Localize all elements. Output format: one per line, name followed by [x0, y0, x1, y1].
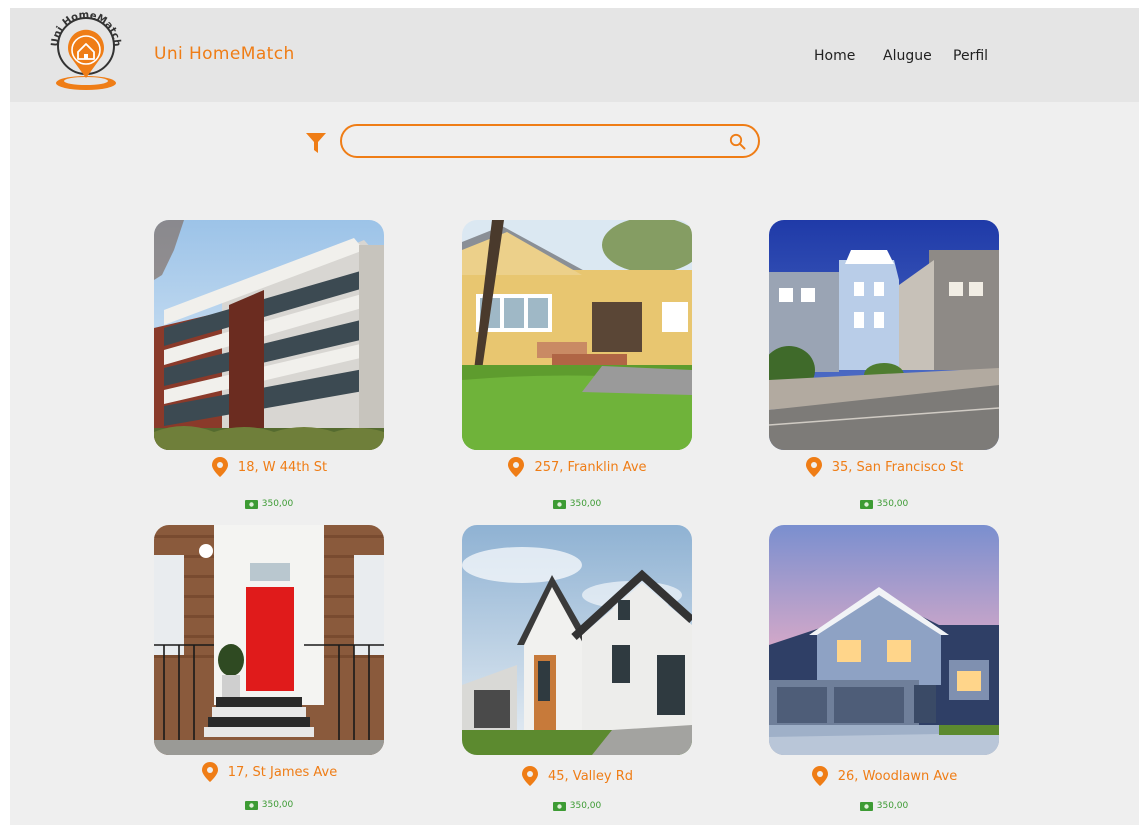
listing-price-text: 350,00 [876, 499, 909, 509]
listing-photo-yellow-house[interactable] [462, 220, 692, 450]
listing-card[interactable]: 35, San Francisco St 350,00 [769, 220, 999, 509]
listing-card[interactable]: 18, W 44th St 350,00 [154, 220, 384, 509]
top-navbar: Uni HomeMatch Uni HomeMatch Home Alugue … [10, 8, 1139, 102]
location-pin-icon [201, 762, 218, 782]
search-input[interactable] [358, 132, 722, 154]
listing-address-text: 18, W 44th St [237, 459, 328, 475]
search-bar [340, 124, 760, 158]
money-icon [859, 801, 873, 811]
uni-homematch-logo[interactable]: Uni HomeMatch [50, 12, 122, 92]
location-pin-icon [522, 766, 538, 786]
listing-address-text: 26, Woodlawn Ave [837, 768, 958, 784]
listing-price: 350,00 [154, 800, 384, 810]
listing-photo-red-door-townhouse[interactable] [154, 525, 384, 755]
listing-address[interactable]: 45, Valley Rd [462, 765, 692, 787]
nav-home[interactable]: Home [814, 48, 855, 64]
location-pin-icon [805, 457, 822, 477]
nav-alugue[interactable]: Alugue [883, 48, 932, 64]
nav-perfil[interactable]: Perfil [953, 48, 988, 64]
money-icon [552, 801, 566, 811]
location-pin-icon [811, 766, 828, 786]
listing-price-text: 350,00 [876, 801, 909, 811]
listing-photo-apartment-building[interactable] [154, 220, 384, 450]
listing-address-text: 35, San Francisco St [831, 459, 964, 475]
money-icon [244, 800, 258, 810]
listing-card[interactable]: 45, Valley Rd 350,00 [462, 525, 692, 811]
listing-address[interactable]: 35, San Francisco St [769, 456, 999, 478]
filter-icon[interactable] [306, 133, 326, 153]
brand-name: Uni HomeMatch [154, 44, 295, 64]
listing-price-text: 350,00 [261, 800, 294, 810]
location-pin-icon [508, 457, 525, 477]
location-pin-icon [211, 457, 228, 477]
listing-price: 350,00 [769, 801, 999, 811]
listing-address[interactable]: 17, St James Ave [154, 761, 384, 783]
listing-price-text: 350,00 [569, 499, 602, 509]
listing-price: 350,00 [462, 801, 692, 811]
listing-price-text: 350,00 [261, 499, 294, 509]
money-icon [244, 499, 258, 509]
listing-address[interactable]: 257, Franklin Ave [462, 456, 692, 478]
listing-price: 350,00 [769, 499, 999, 509]
listing-photo-modern-white-house[interactable] [462, 525, 692, 755]
listing-card[interactable]: 257, Franklin Ave 350,00 [462, 220, 692, 509]
listing-address-text: 45, Valley Rd [548, 768, 633, 784]
listing-price-text: 350,00 [569, 801, 602, 811]
listing-address-text: 17, St James Ave [227, 764, 338, 780]
listing-address[interactable]: 18, W 44th St [154, 456, 384, 478]
listing-card[interactable]: 17, St James Ave 350,00 [154, 525, 384, 810]
listing-price: 350,00 [154, 499, 384, 509]
listing-price: 350,00 [462, 499, 692, 509]
money-icon [859, 499, 873, 509]
listing-photo-blue-suburban-house[interactable] [769, 525, 999, 755]
money-icon [552, 499, 566, 509]
search-icon[interactable] [729, 133, 746, 150]
listing-card[interactable]: 26, Woodlawn Ave 350,00 [769, 525, 999, 811]
listing-photo-victorian-houses[interactable] [769, 220, 999, 450]
page-frame: Uni HomeMatch Uni HomeMatch Home Alugue … [10, 8, 1139, 825]
listing-address-text: 257, Franklin Ave [534, 459, 647, 475]
listing-address[interactable]: 26, Woodlawn Ave [769, 765, 999, 787]
